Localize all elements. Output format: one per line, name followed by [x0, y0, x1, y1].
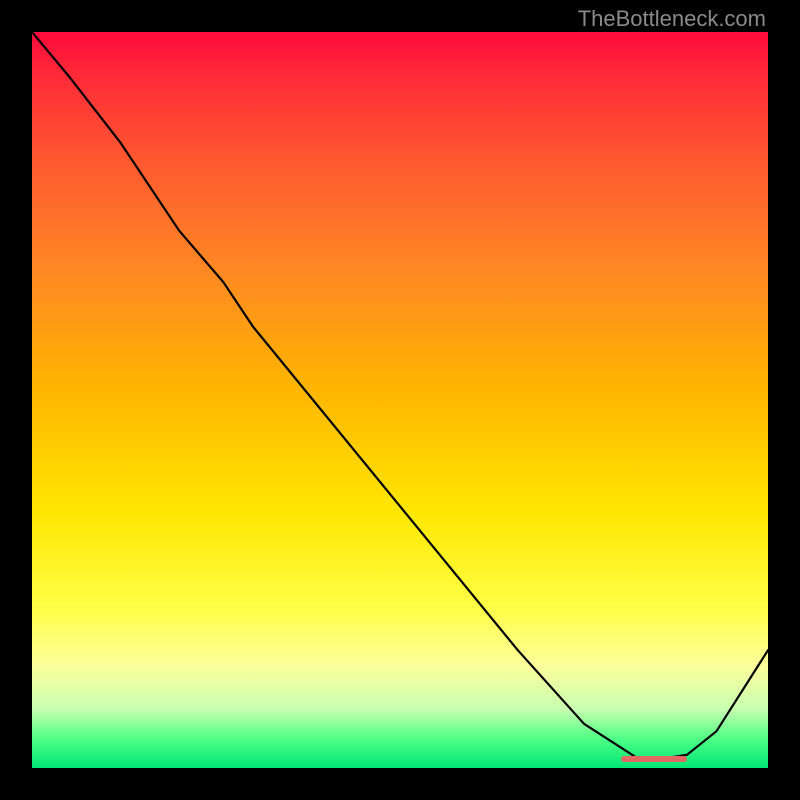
line-layer: [32, 32, 768, 768]
chart-frame: TheBottleneck.com: [0, 0, 800, 800]
plot-area: [32, 32, 768, 768]
watermark-text: TheBottleneck.com: [578, 6, 766, 32]
bottleneck-curve: [32, 32, 768, 761]
plateau-marker: [621, 756, 687, 762]
